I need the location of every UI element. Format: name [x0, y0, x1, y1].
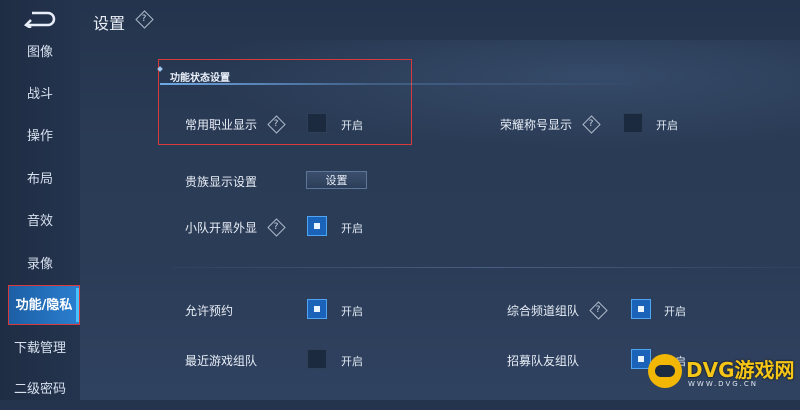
watermark-text: DVG游戏网: [686, 358, 795, 382]
honor-title-state: 开启: [656, 119, 678, 132]
watermark: DVG游戏网 WWW.DVG.CN: [648, 352, 798, 396]
honor-title-label: 荣耀称号显示: [500, 118, 573, 132]
recent-team-label: 最近游戏组队: [185, 354, 258, 368]
channel-team-state: 开启: [664, 305, 686, 318]
sidebar-item-battle[interactable]: 战斗: [0, 75, 80, 115]
section-title: 功能状态设置: [170, 73, 230, 84]
noble-display-label: 贵族显示设置: [185, 175, 258, 189]
sidebar-item-layout[interactable]: 布局: [0, 160, 80, 200]
recent-team-checkbox[interactable]: [307, 349, 327, 369]
recent-team-state: 开启: [341, 355, 363, 368]
common-job-label: 常用职业显示: [185, 118, 258, 132]
back-arrow-icon[interactable]: [22, 10, 58, 28]
sidebar-item-graphics[interactable]: 图像: [0, 33, 80, 73]
sidebar-item-secondary-password[interactable]: 二级密码: [0, 370, 80, 410]
sidebar-item-audio[interactable]: 音效: [0, 202, 80, 242]
common-job-checkbox[interactable]: [307, 113, 327, 133]
sidebar-item-features-privacy[interactable]: 功能/隐私: [8, 285, 80, 325]
recruit-team-label: 招募队友组队: [507, 354, 580, 368]
gamepad-icon: [648, 354, 682, 388]
help-icon[interactable]: ?: [582, 115, 601, 134]
sidebar-item-replay[interactable]: 录像: [0, 245, 80, 285]
sidebar-item-downloads[interactable]: 下载管理: [0, 329, 80, 369]
section-divider: [160, 83, 760, 85]
allow-reserve-state: 开启: [341, 305, 363, 318]
channel-team-label: 综合频道组队: [507, 304, 580, 318]
help-icon[interactable]: ?: [589, 301, 608, 320]
channel-team-checkbox[interactable]: [631, 299, 651, 319]
honor-title-checkbox[interactable]: [623, 113, 643, 133]
common-job-state: 开启: [341, 119, 363, 132]
allow-reserve-checkbox[interactable]: [307, 299, 327, 319]
team-black-checkbox[interactable]: [307, 216, 327, 236]
page-title: 设置: [93, 14, 126, 33]
help-icon[interactable]: ?: [267, 115, 286, 134]
allow-reserve-label: 允许预约: [185, 304, 234, 318]
help-icon[interactable]: ?: [267, 218, 286, 237]
noble-settings-button[interactable]: 设置: [306, 171, 367, 189]
divider: [172, 267, 800, 268]
sidebar-item-controls[interactable]: 操作: [0, 117, 80, 157]
help-icon[interactable]: ?: [135, 10, 154, 29]
team-black-state: 开启: [341, 222, 363, 235]
sidebar: 图像 战斗 操作 布局 音效 录像 功能/隐私 下载管理 二级密码: [0, 0, 80, 400]
watermark-subtext: WWW.DVG.CN: [688, 380, 759, 388]
team-black-label: 小队开黑外显: [185, 221, 258, 235]
